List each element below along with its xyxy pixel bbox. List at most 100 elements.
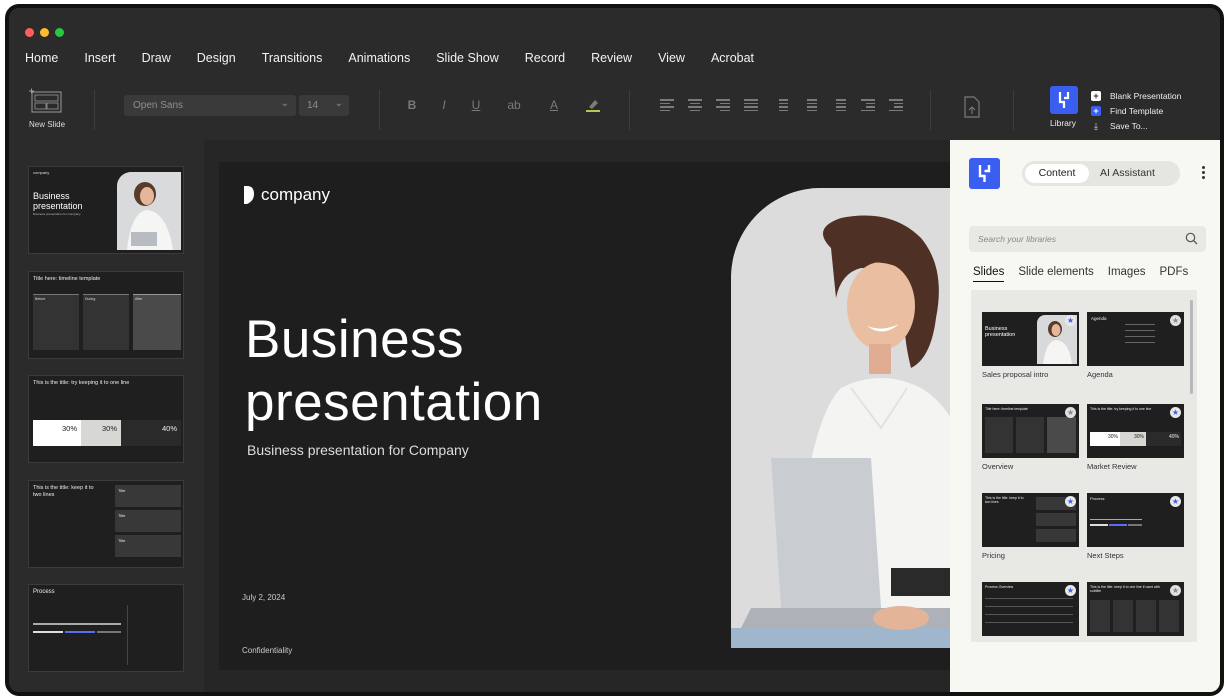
font-family-select[interactable]: Open Sans ⌄ bbox=[124, 95, 296, 116]
star-filled-icon[interactable]: ★ bbox=[1065, 315, 1076, 326]
thumb-column: Before bbox=[33, 294, 79, 350]
close-window-button[interactable] bbox=[25, 28, 34, 37]
star-outline-icon[interactable]: ★ bbox=[1170, 315, 1181, 326]
align-right-icon[interactable] bbox=[716, 99, 730, 111]
strikethrough-button[interactable]: ab bbox=[503, 98, 525, 112]
thumb-stat-box: 30% bbox=[81, 420, 121, 446]
underline-button[interactable]: U bbox=[468, 98, 484, 112]
slide-photo[interactable] bbox=[731, 188, 955, 648]
tab-slide-elements[interactable]: Slide elements bbox=[1018, 266, 1093, 282]
star-filled-icon[interactable]: ★ bbox=[1065, 585, 1076, 596]
slide-title-line-2: presentation bbox=[245, 373, 543, 432]
tab-pdfs[interactable]: PDFs bbox=[1159, 266, 1188, 282]
library-slide-card[interactable]: Business presentation ★ bbox=[982, 312, 1079, 366]
library-label[interactable]: Library bbox=[1050, 118, 1076, 128]
library-slides-grid: Business presentation ★ Sales proposal i… bbox=[971, 290, 1197, 642]
line-spacing-icon[interactable] bbox=[774, 99, 788, 111]
bullet-list-icon[interactable] bbox=[803, 99, 817, 111]
library-slide-card[interactable]: Process ★ bbox=[1087, 493, 1184, 547]
bold-button[interactable]: B bbox=[404, 98, 420, 112]
card-caption: Next Steps bbox=[1087, 551, 1124, 560]
slide-title[interactable]: Business presentation bbox=[245, 308, 543, 434]
star-filled-icon[interactable]: ★ bbox=[1170, 407, 1181, 418]
tab-home[interactable]: Home bbox=[25, 51, 58, 65]
tab-draw[interactable]: Draw bbox=[142, 51, 171, 65]
more-options-icon[interactable] bbox=[1202, 166, 1206, 181]
library-logo-icon bbox=[1058, 92, 1070, 108]
italic-button[interactable]: I bbox=[436, 98, 452, 112]
tab-slides[interactable]: Slides bbox=[973, 266, 1005, 282]
tab-acrobat[interactable]: Acrobat bbox=[711, 51, 754, 65]
star-filled-icon[interactable]: ★ bbox=[1170, 496, 1181, 507]
blank-presentation-button[interactable]: + Blank Presentation bbox=[1091, 91, 1181, 101]
library-slide-card[interactable]: Agenda ★ bbox=[1087, 312, 1184, 366]
star-filled-icon[interactable]: ★ bbox=[1065, 496, 1076, 507]
toolbar-divider bbox=[930, 90, 931, 130]
align-center-icon[interactable] bbox=[688, 99, 702, 111]
library-slide-card[interactable]: Title here: timeline template ★ bbox=[982, 404, 1079, 458]
justify-icon[interactable] bbox=[744, 99, 758, 111]
thumb-card: Title bbox=[115, 510, 181, 532]
tab-view[interactable]: View bbox=[658, 51, 685, 65]
slide-thumbnail-5[interactable]: Process bbox=[28, 584, 184, 672]
tab-design[interactable]: Design bbox=[197, 51, 236, 65]
export-document-icon[interactable] bbox=[963, 96, 981, 118]
current-slide[interactable]: company Business presentation Business p… bbox=[219, 162, 955, 670]
thumb-bar bbox=[33, 631, 63, 633]
tab-images[interactable]: Images bbox=[1108, 266, 1146, 282]
slide-thumbnail-1[interactable]: company Business presentation Business p… bbox=[28, 166, 184, 254]
zoom-window-button[interactable] bbox=[55, 28, 64, 37]
thumb-subtitle: Business presentation for Company bbox=[33, 212, 81, 216]
library-button[interactable] bbox=[1050, 86, 1078, 114]
thumb-stat-box: 40% bbox=[121, 420, 181, 446]
slide-thumbnail-3[interactable]: This is the title: try keeping it to one… bbox=[28, 375, 184, 463]
slide-thumbnail-4[interactable]: This is the title: keep it to two lines … bbox=[28, 480, 184, 568]
highlighter-icon[interactable] bbox=[585, 98, 601, 112]
library-slide-card[interactable]: This is the title: keep it to one line i… bbox=[1087, 582, 1184, 636]
tab-record[interactable]: Record bbox=[525, 51, 565, 65]
panel-scrollbar[interactable] bbox=[1190, 300, 1193, 394]
toolbar-divider bbox=[629, 90, 630, 130]
thumb-title: Business presentation bbox=[33, 191, 83, 211]
tab-slide-show[interactable]: Slide Show bbox=[436, 51, 499, 65]
slide-footer[interactable]: Confidentiality bbox=[242, 646, 292, 655]
tab-ai-assistant[interactable]: AI Assistant bbox=[1100, 161, 1155, 186]
plus-square-icon: + bbox=[1091, 91, 1101, 101]
indent-increase-icon[interactable] bbox=[861, 99, 875, 111]
new-slide-icon[interactable] bbox=[29, 88, 63, 114]
library-slide-card[interactable]: This is the title: try keeping it to one… bbox=[1087, 404, 1184, 458]
library-search-input[interactable]: Search your libraries bbox=[969, 226, 1206, 252]
star-outline-icon[interactable]: ★ bbox=[1170, 585, 1181, 596]
tab-review[interactable]: Review bbox=[591, 51, 632, 65]
indent-decrease-icon[interactable] bbox=[889, 99, 903, 111]
chevron-down-icon: ⌄ bbox=[280, 98, 289, 109]
panel-logo-icon bbox=[969, 158, 1000, 189]
save-to-button[interactable]: ⤓ Save To... bbox=[1091, 121, 1148, 131]
toolbar-divider bbox=[94, 90, 95, 130]
tab-transitions[interactable]: Transitions bbox=[262, 51, 323, 65]
slide-subtitle[interactable]: Business presentation for Company bbox=[247, 442, 469, 458]
tab-insert[interactable]: Insert bbox=[84, 51, 115, 65]
save-to-label: Save To... bbox=[1110, 121, 1148, 131]
tab-animations[interactable]: Animations bbox=[348, 51, 410, 65]
star-outline-icon[interactable]: ★ bbox=[1065, 407, 1076, 418]
slide-date[interactable]: July 2, 2024 bbox=[242, 593, 285, 602]
slide-thumbnail-2[interactable]: Title here: timeline template Before Dur… bbox=[28, 271, 184, 359]
thumb-card: Title bbox=[115, 535, 181, 557]
search-icon[interactable] bbox=[1185, 232, 1198, 245]
align-left-icon[interactable] bbox=[660, 99, 674, 111]
slide-editor-canvas: company Business presentation Business p… bbox=[204, 140, 955, 692]
minimize-window-button[interactable] bbox=[40, 28, 49, 37]
numbered-list-icon[interactable] bbox=[832, 99, 846, 111]
library-slide-card[interactable]: Process Overview ★ bbox=[982, 582, 1079, 636]
tab-content[interactable]: Content bbox=[1025, 164, 1089, 183]
company-logo-icon bbox=[244, 186, 254, 204]
window-controls bbox=[25, 28, 64, 37]
toolbar-divider bbox=[1013, 90, 1014, 130]
find-template-button[interactable]: + Find Template bbox=[1091, 106, 1163, 116]
font-color-button[interactable]: A bbox=[546, 98, 562, 112]
font-size-select[interactable]: 14 ⌄ bbox=[299, 95, 349, 116]
new-slide-label[interactable]: New Slide bbox=[29, 120, 65, 129]
thumb-title: Process bbox=[33, 589, 55, 595]
library-slide-card[interactable]: This is the title: keep it to two lines … bbox=[982, 493, 1079, 547]
